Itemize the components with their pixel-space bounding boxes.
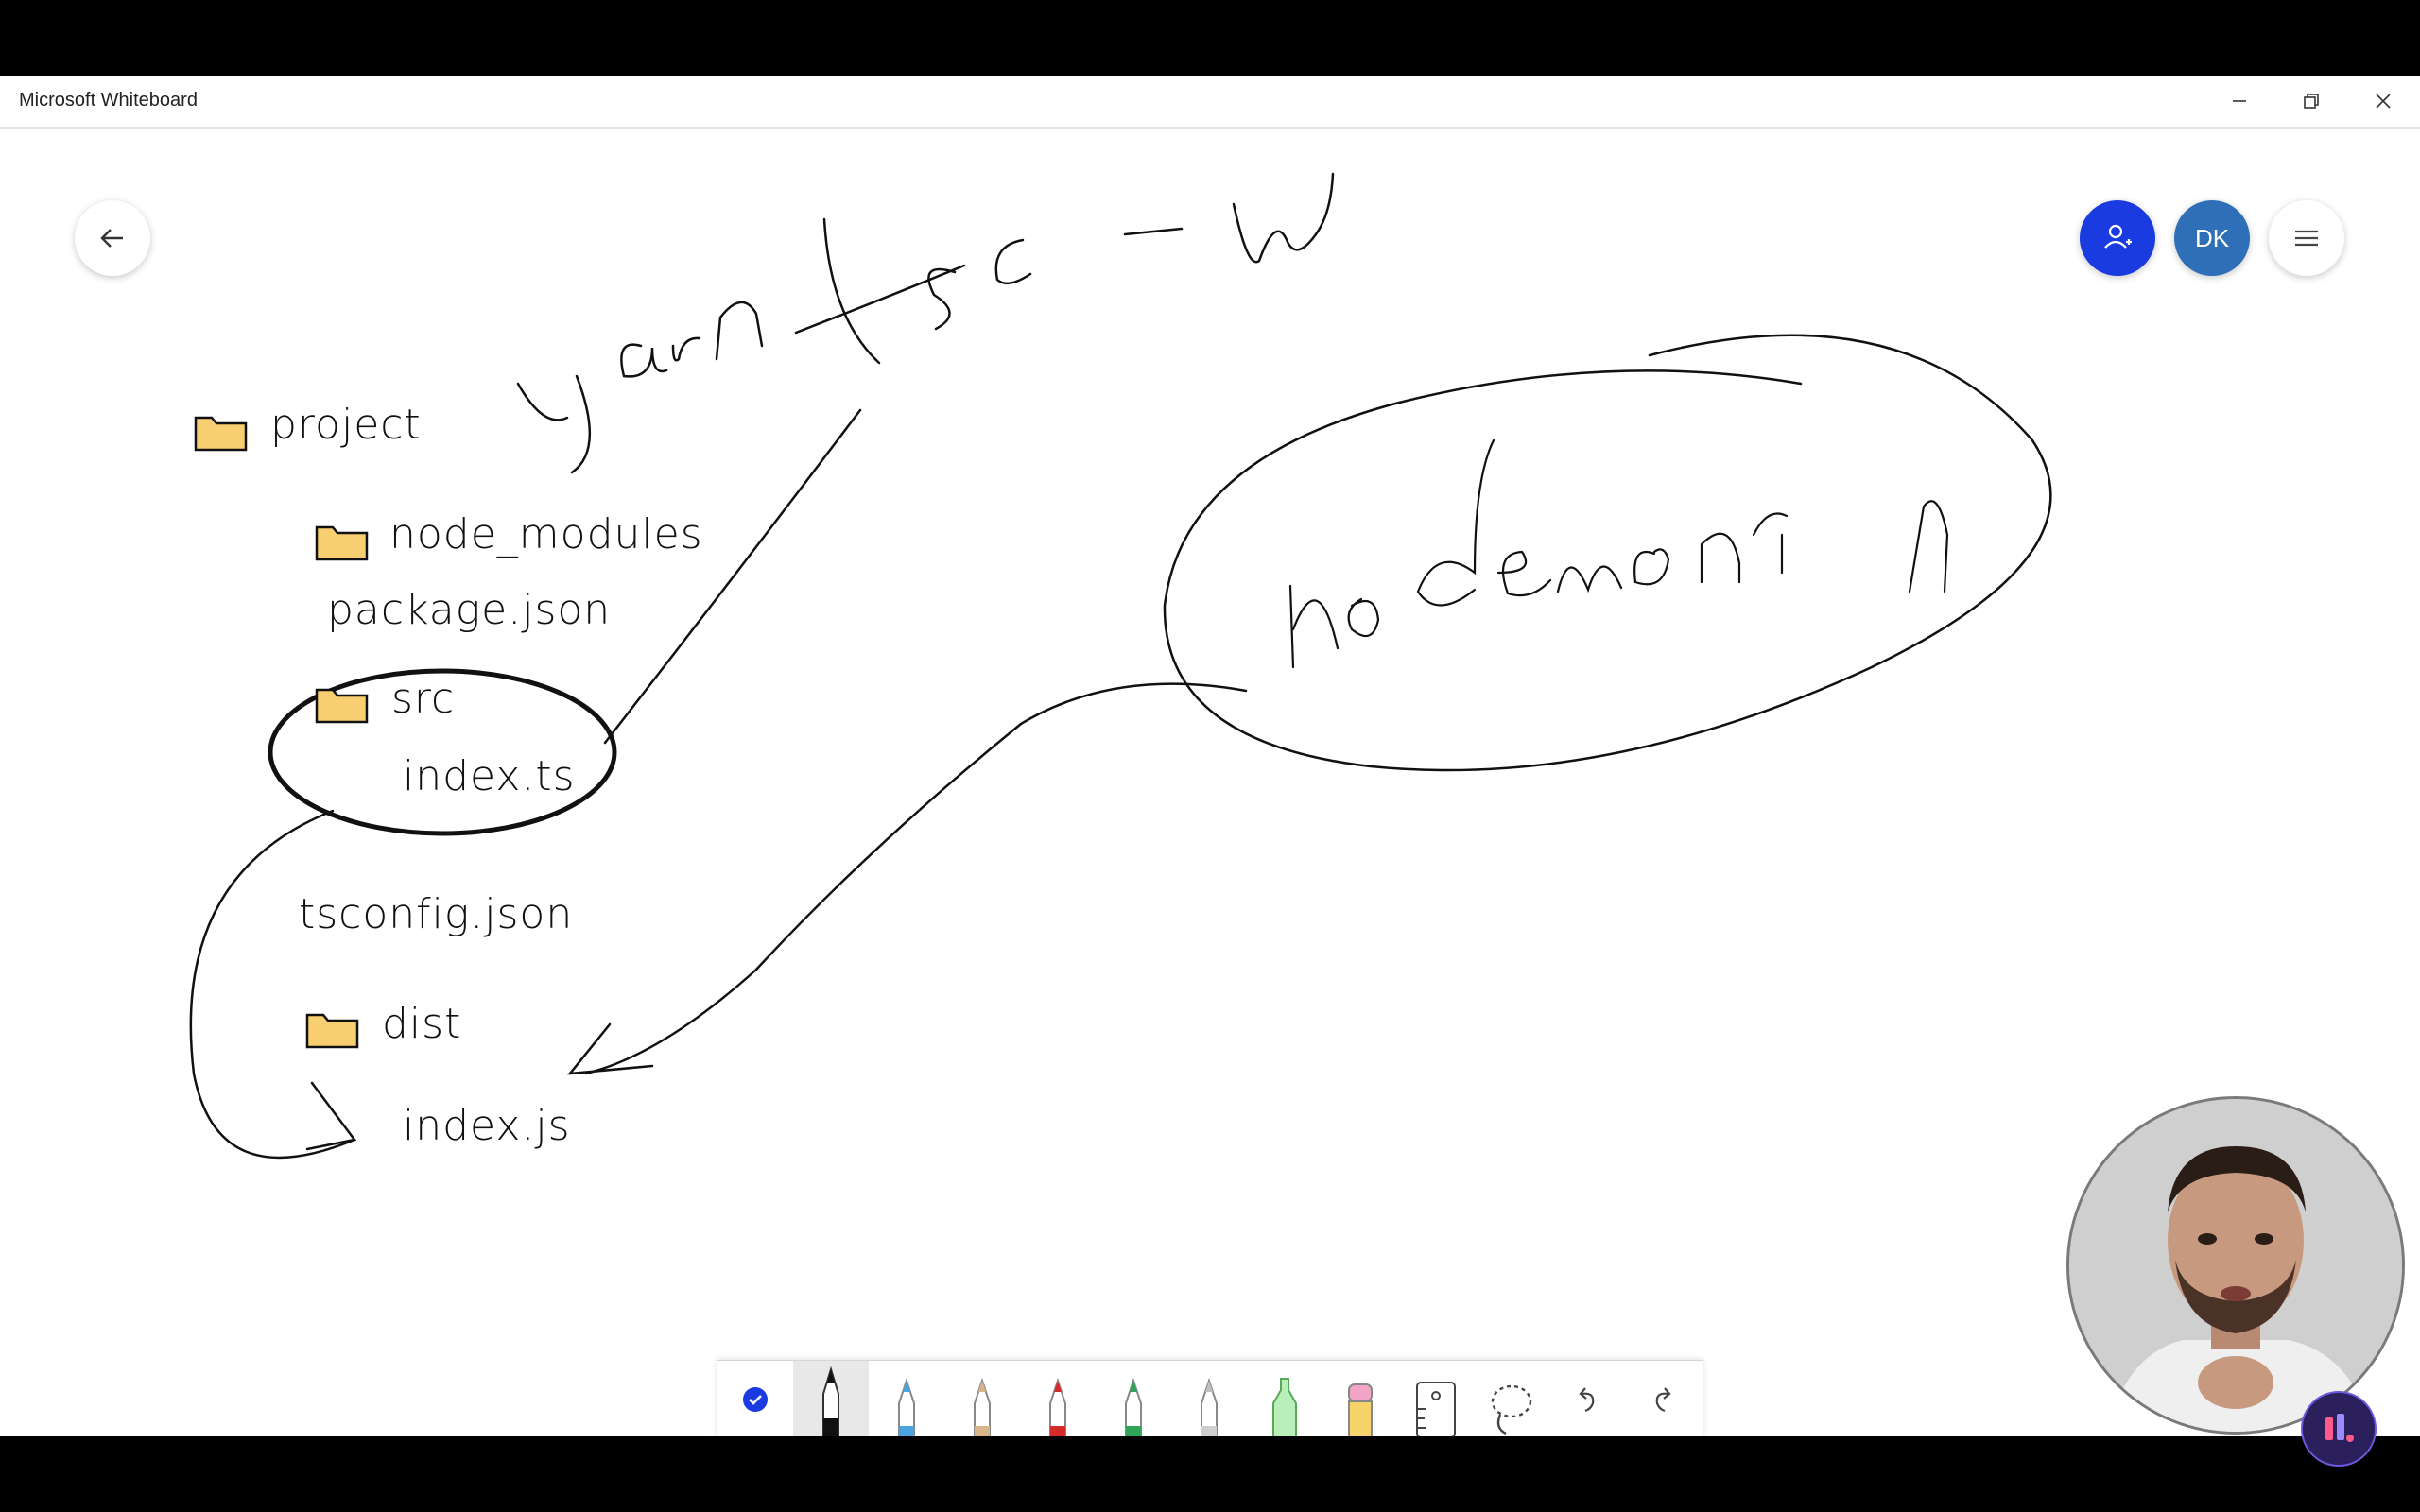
ink-t — [794, 217, 966, 365]
pen-blue-tool[interactable] — [869, 1361, 944, 1436]
lasso-tool[interactable] — [1474, 1361, 1549, 1436]
ruler-icon — [1416, 1382, 1456, 1436]
ink-nodemon-d — [1416, 438, 1495, 607]
close-button[interactable] — [2350, 76, 2416, 127]
pen-icon — [822, 1366, 839, 1436]
ink-w — [1232, 172, 1335, 264]
redo-icon — [1655, 1386, 1671, 1412]
nodemon-ellipse — [1163, 334, 2052, 772]
ink-y — [516, 374, 592, 474]
tree-dist: dist — [382, 1000, 462, 1048]
letterbox-top — [0, 0, 2420, 76]
ink-c — [994, 238, 1032, 285]
presenter-image — [2069, 1099, 2402, 1432]
folder-icon — [315, 525, 369, 561]
ink-nodemon-e — [1496, 550, 1552, 597]
eraser-icon — [1348, 1383, 1373, 1436]
pen-silver-tool[interactable] — [1171, 1361, 1247, 1436]
folder-icon — [194, 416, 248, 452]
highlighter-tool[interactable] — [1247, 1361, 1322, 1436]
window-title: Microsoft Whiteboard — [19, 90, 198, 111]
ink-dash — [1123, 227, 1184, 236]
nodemon-arrow-line — [584, 682, 1248, 1075]
ink-nodemon-o — [1347, 597, 1380, 638]
ink-nodemon-o2 — [1634, 548, 1670, 586]
tree-package-json: package.json — [327, 586, 612, 634]
eraser-tool[interactable] — [1322, 1361, 1398, 1436]
ink-nodemon-m — [1556, 565, 1623, 593]
check-circle-icon — [743, 1386, 768, 1412]
lasso-icon — [1491, 1384, 1532, 1435]
ink-nodemon-tail — [1752, 512, 1789, 575]
restore-icon — [2304, 94, 2319, 109]
tree-index-ts: index.ts — [403, 752, 576, 800]
whiteboard-canvas[interactable]: DK project node_modules package.json src… — [0, 129, 2420, 1436]
pen-icon — [1049, 1377, 1066, 1436]
ink-nodemon-n3 — [1908, 500, 1949, 593]
folder-icon — [315, 688, 369, 724]
channel-logo-glyph — [2325, 1414, 2354, 1442]
pen-green-tool[interactable] — [1096, 1361, 1171, 1436]
pen-red-tool[interactable] — [1020, 1361, 1096, 1436]
pen-tan-tool[interactable] — [944, 1361, 1020, 1436]
pen-icon — [1201, 1377, 1218, 1436]
channel-logo-icon — [2301, 1391, 2377, 1467]
window-titlebar: Microsoft Whiteboard — [0, 76, 2420, 129]
letterbox-bottom — [0, 1436, 2420, 1512]
ink-strokes — [189, 172, 2052, 1160]
tree-project: project — [270, 401, 422, 449]
command-connector-line — [603, 408, 862, 745]
ink-nodemon-n — [1288, 584, 1340, 669]
restore-button[interactable] — [2278, 76, 2344, 127]
ink-n — [715, 301, 764, 361]
close-icon — [2376, 94, 2391, 109]
ink-a — [620, 343, 668, 378]
ink-toolbar — [717, 1360, 1703, 1436]
presenter-webcam — [2066, 1096, 2405, 1435]
minimize-icon — [2233, 100, 2246, 102]
undo-button[interactable] — [1549, 1361, 1625, 1436]
ink-r — [671, 336, 701, 362]
tree-index-js: index.js — [403, 1102, 571, 1150]
highlighter-icon — [1272, 1378, 1297, 1436]
tree-node-modules: node_modules — [389, 510, 703, 558]
tree-src: src — [391, 675, 456, 723]
ink-nodemon-n2 — [1700, 532, 1741, 584]
pen-black-tool[interactable] — [793, 1361, 869, 1436]
folder-icon — [305, 1013, 359, 1049]
minimize-button[interactable] — [2206, 76, 2273, 127]
tree-tsconfig: tsconfig.json — [299, 890, 574, 938]
redo-button[interactable] — [1625, 1361, 1701, 1436]
ruler-tool[interactable] — [1398, 1361, 1474, 1436]
pen-icon — [898, 1377, 915, 1436]
pen-icon — [1125, 1377, 1142, 1436]
undo-icon — [1579, 1386, 1595, 1412]
build-arrowhead — [305, 1081, 357, 1151]
pen-icon — [974, 1377, 991, 1436]
select-tool[interactable] — [717, 1361, 793, 1436]
